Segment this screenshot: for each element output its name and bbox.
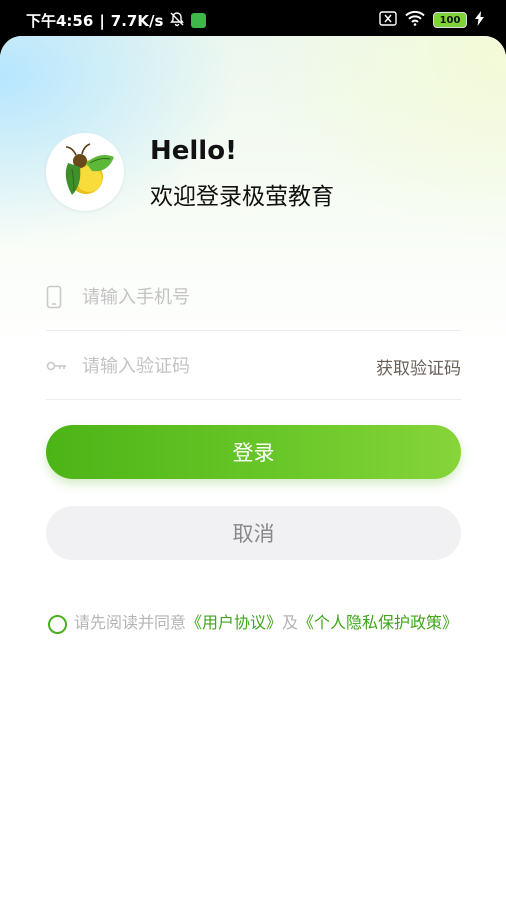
- status-bar: 下午4:56 | 7.7K/s 100: [0, 0, 506, 40]
- charging-icon: [475, 10, 484, 30]
- verification-code-input[interactable]: [80, 354, 376, 378]
- get-code-button[interactable]: 获取验证码: [376, 354, 461, 379]
- phone-icon: [46, 284, 72, 310]
- network-speed: 7.7K/s: [110, 11, 164, 30]
- app-notification-icon: [191, 13, 207, 28]
- phone-field-row: [46, 264, 461, 331]
- phone-input[interactable]: [80, 285, 461, 309]
- agreement-prefix: 请先阅读并同意: [74, 613, 187, 632]
- code-field-row: 获取验证码: [46, 333, 461, 400]
- sim-off-icon: [379, 10, 397, 30]
- status-right: 100: [379, 10, 484, 30]
- welcome-subtitle: 欢迎登录极萤教育: [150, 184, 334, 210]
- cancel-button[interactable]: 取消: [46, 506, 461, 560]
- agreement-section: 请先阅读并同意《用户协议》及《个人隐私保护政策》: [46, 611, 461, 635]
- key-icon: [46, 353, 72, 379]
- status-separator: |: [99, 11, 105, 30]
- login-sheet: Hello! 欢迎登录极萤教育 获取验证码 登录 取消 请先阅读并同意《用: [0, 36, 506, 900]
- agreement-checkbox[interactable]: [48, 615, 67, 634]
- battery-indicator: 100: [433, 12, 467, 28]
- agreement-and: 及: [282, 613, 299, 632]
- login-button[interactable]: 登录: [46, 425, 461, 479]
- status-left: 下午4:56 | 7.7K/s: [26, 10, 207, 31]
- user-agreement-link[interactable]: 《用户协议》: [186, 613, 282, 632]
- firefly-logo-icon: [65, 143, 114, 195]
- privacy-policy-link[interactable]: 《个人隐私保护政策》: [298, 613, 458, 632]
- greeting-title: Hello!: [150, 136, 237, 166]
- bell-muted-icon: [169, 11, 185, 31]
- agreement-text: 请先阅读并同意《用户协议》及《个人隐私保护政策》: [74, 611, 461, 635]
- wifi-icon: [405, 10, 425, 30]
- status-time: 下午4:56: [26, 12, 94, 30]
- app-logo: [46, 133, 124, 211]
